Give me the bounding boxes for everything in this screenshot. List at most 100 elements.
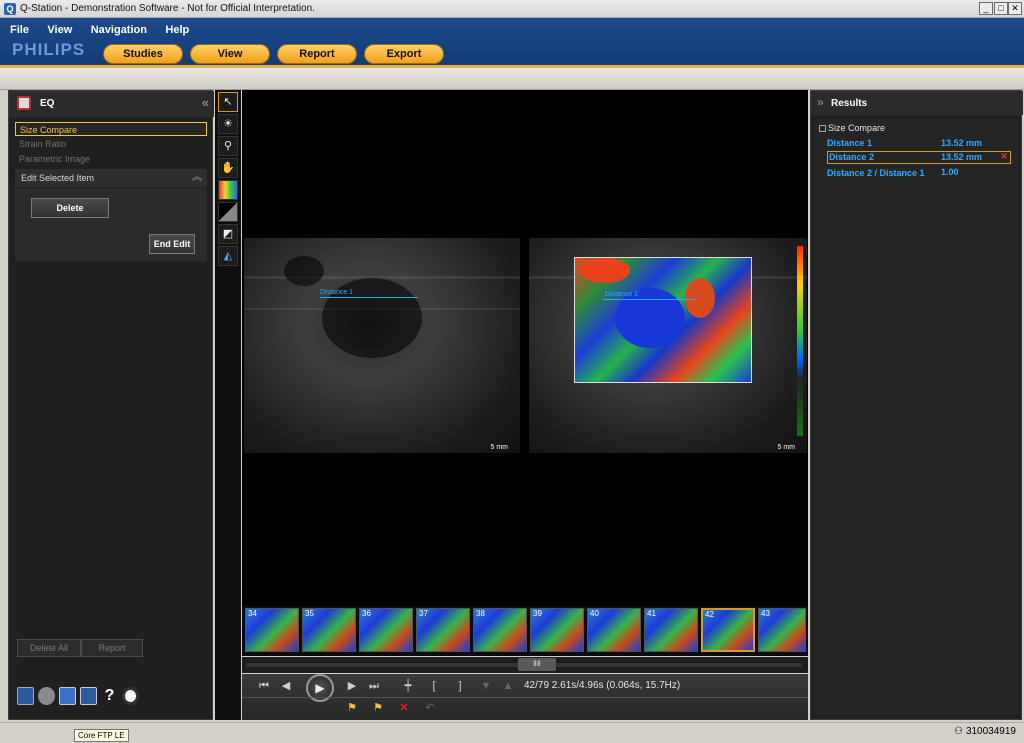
result-row[interactable]: Distance 2 / Distance 1 1.00: [827, 167, 1011, 191]
eq-panel-title: EQ: [40, 98, 55, 109]
chevron-down-icon[interactable]: ▼: [478, 678, 494, 694]
delete-all-button[interactable]: Delete All: [17, 639, 81, 657]
save-icon[interactable]: [59, 687, 76, 705]
thumbnail-number: 38: [476, 609, 485, 618]
result-name: Distance 2 / Distance 1: [827, 168, 925, 178]
cancel-icon[interactable]: ✕: [396, 700, 412, 716]
q-icon[interactable]: [122, 687, 139, 705]
result-row-selected[interactable]: Distance 2 13.52 mm ✕: [827, 151, 1011, 164]
tab-export[interactable]: Export: [364, 44, 444, 64]
thumbnail-number: 42: [705, 610, 714, 619]
list-icon[interactable]: [17, 687, 34, 705]
step-forward-icon[interactable]: ▶: [344, 678, 360, 694]
loop-start-icon[interactable]: [: [426, 678, 442, 694]
tab-view[interactable]: View: [190, 44, 270, 64]
thumbnail[interactable]: 38: [473, 608, 527, 652]
loop-end-icon[interactable]: ]: [452, 678, 468, 694]
app-icon: Q: [4, 3, 16, 15]
user-id: ⚇ 310034919: [954, 726, 1016, 737]
scroll-thumb[interactable]: ▮▮: [518, 658, 556, 671]
measurement-line-2[interactable]: [603, 299, 695, 300]
color-map-icon[interactable]: [218, 180, 238, 200]
result-name: Distance 2: [829, 152, 875, 162]
result-value: 13.52 mm: [941, 152, 983, 162]
delete-result-icon[interactable]: ✕: [1000, 151, 1008, 162]
brand-logo: PHILIPS: [12, 40, 86, 59]
help-icon[interactable]: ?: [101, 687, 118, 705]
step-back-icon[interactable]: ◀: [278, 678, 294, 694]
frame-scrollbar[interactable]: ▮▮: [242, 657, 808, 673]
eq-panel: EQ « Size Compare Strain Ratio Parametri…: [8, 90, 214, 720]
flag-start-icon[interactable]: ⚑: [344, 700, 360, 716]
thumbnail[interactable]: 40: [587, 608, 641, 652]
thumbnail[interactable]: 39: [530, 608, 584, 652]
edit-selected-item-header[interactable]: Edit Selected Item ︽: [15, 169, 207, 187]
tab-studies[interactable]: Studies: [103, 44, 183, 64]
end-edit-button[interactable]: End Edit: [149, 234, 195, 254]
thumbnail[interactable]: 37: [416, 608, 470, 652]
eq-item-strain-ratio[interactable]: Strain Ratio: [15, 137, 207, 151]
tab-report[interactable]: Report: [277, 44, 357, 64]
toolbar-strip: [0, 68, 1024, 90]
thumbnail-number: 34: [248, 609, 257, 618]
exit-icon[interactable]: [80, 687, 97, 705]
thumbnail-selected[interactable]: 42: [701, 608, 755, 652]
measure-icon[interactable]: ◭: [218, 246, 238, 266]
frame-marker-icon[interactable]: ┿: [400, 678, 416, 694]
result-row[interactable]: Distance 1 13.52 mm: [827, 138, 1011, 150]
undo-icon[interactable]: ↶: [422, 700, 438, 716]
eq-item-parametric-image[interactable]: Parametric Image: [15, 152, 207, 166]
thumbnail[interactable]: 41: [644, 608, 698, 652]
maximize-button[interactable]: □: [994, 2, 1008, 15]
flag-end-icon[interactable]: ⚑: [370, 700, 386, 716]
zoom-icon[interactable]: ⚲: [218, 136, 238, 156]
thumbnail[interactable]: 36: [359, 608, 413, 652]
minimize-button[interactable]: _: [979, 2, 993, 15]
expand-results-icon[interactable]: »: [817, 95, 824, 109]
settings-icon[interactable]: [38, 687, 55, 705]
menu-view[interactable]: View: [47, 24, 72, 36]
scale-label-right: 5 mm: [777, 444, 796, 451]
collapse-left-icon[interactable]: «: [202, 95, 209, 110]
menu-bar: File View Navigation Help: [10, 20, 203, 36]
result-name: Distance 1: [827, 138, 873, 148]
elastography-overlay[interactable]: Distance 2: [574, 257, 752, 383]
gradient-icon[interactable]: ◩: [218, 224, 238, 244]
invert-icon[interactable]: [218, 202, 238, 222]
first-frame-icon[interactable]: ⏮: [256, 678, 272, 694]
eq-panel-header: EQ «: [9, 91, 214, 117]
edit-selected-item-box: Delete End Edit: [15, 188, 207, 261]
last-frame-icon[interactable]: ⏭: [366, 678, 382, 694]
results-group[interactable]: Size Compare: [819, 123, 885, 133]
chevron-up-icon[interactable]: ▲: [500, 678, 516, 694]
image-viewport[interactable]: Distance 1 5 mm Distance 2 5 mm: [242, 90, 808, 606]
pan-icon[interactable]: ✋: [218, 158, 238, 178]
menu-navigation[interactable]: Navigation: [91, 24, 147, 36]
thumbnail[interactable]: 43: [758, 608, 806, 652]
close-button[interactable]: ✕: [1008, 2, 1022, 15]
results-group-label: Size Compare: [828, 123, 886, 133]
thumbnail[interactable]: 35: [302, 608, 356, 652]
menu-file[interactable]: File: [10, 24, 29, 36]
tooltip: Core FTP LE: [74, 729, 129, 742]
eq-icon: [17, 96, 31, 110]
lesion-region: [284, 256, 324, 286]
brightness-icon[interactable]: ☀: [218, 114, 238, 134]
collapse-box-icon[interactable]: [819, 125, 826, 133]
menu-help[interactable]: Help: [165, 24, 189, 36]
results-title: Results: [831, 98, 868, 109]
eq-item-size-compare[interactable]: Size Compare: [15, 122, 207, 136]
measurement-line-1[interactable]: [320, 297, 418, 298]
thumbnail[interactable]: 34: [245, 608, 299, 652]
pointer-icon[interactable]: ↖: [218, 92, 238, 112]
results-body: Size Compare Distance 1 13.52 mm Distanc…: [815, 119, 1019, 715]
window-title: Q-Station - Demonstration Software - Not…: [20, 3, 315, 14]
report-button[interactable]: Report: [81, 639, 143, 657]
ultrasound-image-right[interactable]: Distance 2 5 mm: [529, 238, 807, 453]
thumbnail-number: 40: [590, 609, 599, 618]
delete-button[interactable]: Delete: [31, 198, 109, 218]
ultrasound-image-left[interactable]: Distance 1 5 mm: [244, 238, 520, 453]
chevron-up-icon[interactable]: ︽: [192, 169, 202, 187]
tool-column: ↖ ☀ ⚲ ✋ ◩ ◭: [215, 90, 241, 720]
scale-label-left: 5 mm: [490, 444, 509, 451]
